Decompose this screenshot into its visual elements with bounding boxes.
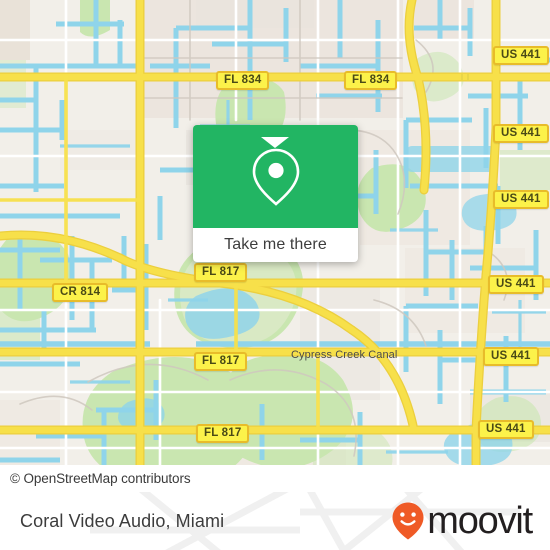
moovit-wordmark: moovit xyxy=(427,500,533,542)
road-shield-us441-5: US 441 xyxy=(483,347,539,366)
moovit-smile-pin-icon xyxy=(392,502,424,540)
footer-bar: Coral Video Audio, Miami moovit xyxy=(0,492,550,550)
take-me-there-button[interactable]: Take me there xyxy=(193,228,358,262)
road-shield-fl834-west: FL 834 xyxy=(216,71,270,90)
popup-pointer-triangle xyxy=(261,137,289,148)
road-shield-us441-6: US 441 xyxy=(478,420,534,439)
road-shield-cr814: CR 814 xyxy=(52,283,109,302)
road-shield-us441-2: US 441 xyxy=(493,124,549,143)
osm-attribution-text[interactable]: © OpenStreetMap contributors xyxy=(0,471,191,486)
label-cypress-creek-canal: Cypress Creek Canal xyxy=(291,349,398,361)
moovit-logo[interactable]: moovit xyxy=(391,500,533,542)
take-me-there-label: Take me there xyxy=(224,236,327,253)
map-attribution-bar: © OpenStreetMap contributors xyxy=(0,465,550,492)
road-shield-us441-4: US 441 xyxy=(488,275,544,294)
moovit-map-screenshot: .w { fill:none; stroke:#8fd4ea; } .wf { … xyxy=(0,0,550,550)
road-shield-fl817-3: FL 817 xyxy=(196,424,250,443)
road-shield-fl834-east: FL 834 xyxy=(344,71,398,90)
place-title: Coral Video Audio, Miami xyxy=(20,510,225,531)
map-pin-icon xyxy=(252,148,299,206)
road-shield-fl817-1: FL 817 xyxy=(194,263,248,282)
road-shield-fl817-2: FL 817 xyxy=(194,352,248,371)
road-shield-us441-3: US 441 xyxy=(493,190,549,209)
road-shield-us441-1: US 441 xyxy=(493,46,549,65)
